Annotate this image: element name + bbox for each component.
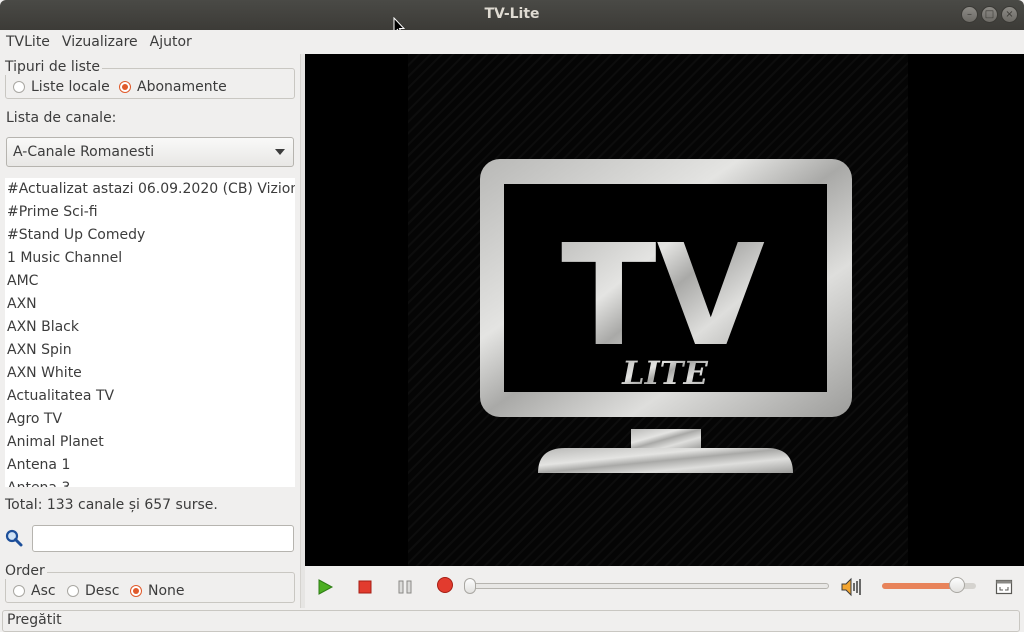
- radio-indicator[interactable]: [13, 585, 25, 597]
- volume-slider[interactable]: [882, 577, 976, 593]
- maximize-icon[interactable]: □: [981, 6, 998, 23]
- player-controls: [305, 566, 1024, 608]
- stop-icon[interactable]: [356, 578, 374, 596]
- channel-list-combo[interactable]: A-Canale Romanesti: [6, 137, 294, 167]
- radio-indicator-selected[interactable]: [119, 81, 131, 93]
- status-text: Pregătit: [2, 610, 1020, 632]
- chevron-down-icon[interactable]: [275, 149, 285, 155]
- radio-order-none[interactable]: None: [130, 583, 185, 599]
- radio-label: Liste locale: [31, 79, 110, 95]
- channel-total: Total: 133 canale și 657 surse.: [5, 497, 218, 513]
- left-panel: Tipuri de liste Liste locale Abonamente …: [0, 54, 300, 608]
- search-input[interactable]: [32, 525, 294, 552]
- list-item[interactable]: #Actualizat astazi 06.09.2020 (CB) Vizio…: [5, 178, 295, 201]
- menu-tvlite[interactable]: TVLite: [6, 34, 50, 50]
- volume-icon[interactable]: [840, 577, 864, 597]
- list-item[interactable]: AXN Spin: [5, 339, 295, 362]
- window-title: TV-Lite: [484, 6, 540, 22]
- radio-local-lists[interactable]: Liste locale: [13, 79, 110, 95]
- list-item[interactable]: #Stand Up Comedy: [5, 224, 295, 247]
- list-item[interactable]: Antena 3: [5, 477, 295, 487]
- combo-value: A-Canale Romanesti: [13, 144, 155, 160]
- fullscreen-icon[interactable]: [995, 578, 1013, 596]
- menu-vizualizare[interactable]: Vizualizare: [62, 34, 138, 50]
- list-item[interactable]: AXN White: [5, 362, 295, 385]
- volume-fill: [882, 583, 958, 589]
- radio-label: Desc: [85, 583, 120, 599]
- list-item[interactable]: Actualitatea TV: [5, 385, 295, 408]
- menu-ajutor[interactable]: Ajutor: [150, 34, 192, 50]
- radio-label: None: [148, 583, 185, 599]
- title-bar: TV-Lite – □ ×: [0, 0, 1024, 30]
- search-icon: [5, 529, 23, 547]
- seek-slider[interactable]: [464, 578, 829, 594]
- seek-handle[interactable]: [464, 578, 476, 594]
- play-icon[interactable]: [316, 578, 334, 596]
- radio-indicator[interactable]: [13, 81, 25, 93]
- radio-indicator[interactable]: [67, 585, 79, 597]
- record-icon[interactable]: [436, 576, 454, 594]
- list-item[interactable]: Animal Planet: [5, 431, 295, 454]
- list-item[interactable]: AXN: [5, 293, 295, 316]
- tv-lite-logo: TV LITE: [408, 54, 908, 566]
- channel-list-label: Lista de canale:: [6, 110, 117, 126]
- logo-sub-text: LITE: [621, 354, 708, 392]
- list-item[interactable]: AMC: [5, 270, 295, 293]
- tv-stand: [538, 448, 793, 473]
- list-item[interactable]: Antena 1: [5, 454, 295, 477]
- menu-bar: TVLite Vizualizare Ajutor: [0, 30, 1024, 54]
- radio-label: Asc: [31, 583, 56, 599]
- video-area[interactable]: TV LITE: [305, 54, 1024, 566]
- tv-neck: [631, 429, 701, 449]
- close-icon[interactable]: ×: [1001, 6, 1018, 23]
- search-row: [5, 524, 295, 554]
- list-item[interactable]: 1 Music Channel: [5, 247, 295, 270]
- radio-indicator-selected[interactable]: [130, 585, 142, 597]
- list-item[interactable]: #Prime Sci-fi: [5, 201, 295, 224]
- radio-order-asc[interactable]: Asc: [13, 583, 56, 599]
- pause-icon[interactable]: [396, 578, 414, 596]
- minimize-icon[interactable]: –: [961, 6, 978, 23]
- list-item[interactable]: AXN Black: [5, 316, 295, 339]
- status-bar: Pregătit: [0, 608, 1024, 632]
- radio-subscriptions[interactable]: Abonamente: [119, 79, 227, 95]
- volume-handle[interactable]: [949, 577, 966, 593]
- radio-label: Abonamente: [137, 79, 227, 95]
- order-legend: Order: [5, 563, 47, 579]
- list-item[interactable]: Agro TV: [5, 408, 295, 431]
- channel-list[interactable]: #Actualizat astazi 06.09.2020 (CB) Vizio…: [5, 178, 295, 487]
- radio-order-desc[interactable]: Desc: [67, 583, 119, 599]
- window-controls: – □ ×: [961, 6, 1018, 23]
- list-types-legend: Tipuri de liste: [5, 59, 102, 75]
